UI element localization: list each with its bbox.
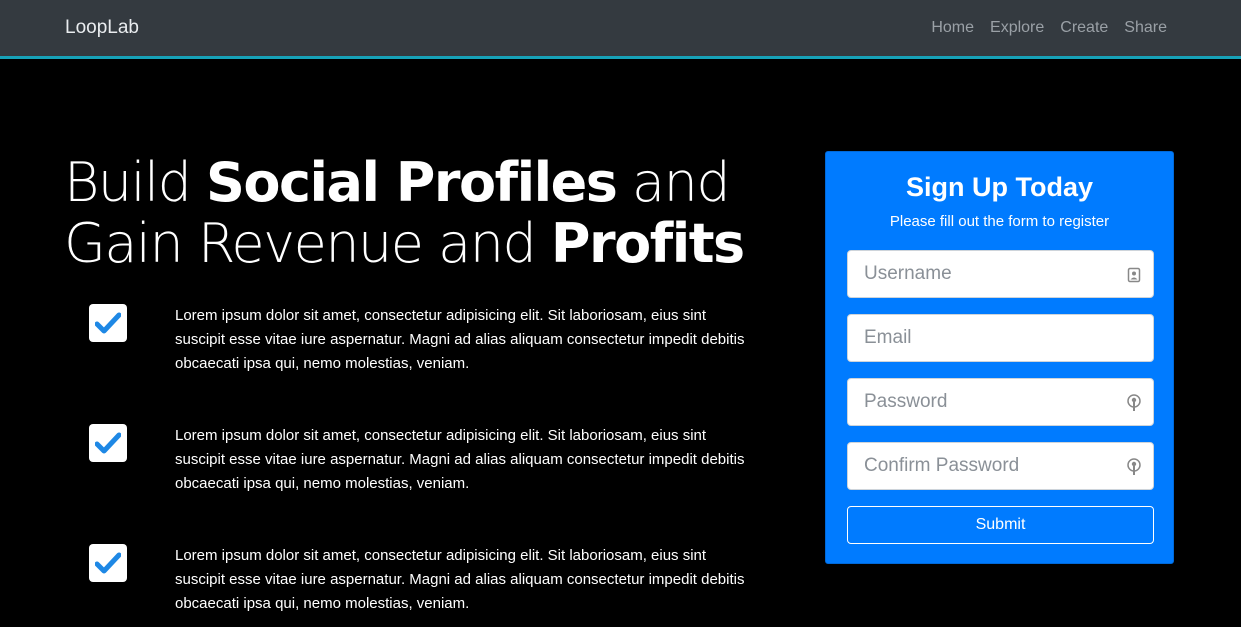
signup-card: Sign Up Today Please fill out the form t… <box>825 151 1174 564</box>
nav-links: Home Explore Create Share <box>931 19 1167 37</box>
signup-title: Sign Up Today <box>906 172 1093 202</box>
signup-subtitle: Please fill out the form to register <box>889 213 1110 230</box>
password-input[interactable] <box>848 379 1153 425</box>
check-icon <box>89 304 127 342</box>
hero-headline: Build Social Profiles and Gain Revenue a… <box>64 152 804 274</box>
username-input[interactable] <box>848 251 1153 297</box>
feature-text: Lorem ipsum dolor sit amet, consectetur … <box>175 547 745 612</box>
feature-text: Lorem ipsum dolor sit amet, consectetur … <box>175 307 745 372</box>
confirm-password-input[interactable] <box>848 443 1153 489</box>
headline-part-4: Profits <box>550 212 745 275</box>
confirm-password-field <box>847 442 1154 490</box>
feature-text: Lorem ipsum dolor sit amet, consectetur … <box>175 427 745 492</box>
nav-link-explore[interactable]: Explore <box>990 19 1044 37</box>
contact-card-icon <box>1125 266 1143 284</box>
username-field <box>847 250 1154 298</box>
navbar: LoopLab Home Explore Create Share <box>0 0 1241 59</box>
nav-link-home[interactable]: Home <box>931 19 974 37</box>
key-icon <box>1125 458 1143 476</box>
check-icon <box>89 544 127 582</box>
check-icon <box>89 424 127 462</box>
nav-link-share[interactable]: Share <box>1124 19 1167 37</box>
headline-part-2: Social Profiles <box>206 151 618 214</box>
brand-logo[interactable]: LoopLab <box>65 17 139 39</box>
nav-link-create[interactable]: Create <box>1060 19 1108 37</box>
submit-button[interactable]: Submit <box>847 506 1154 544</box>
email-input[interactable] <box>848 315 1153 361</box>
email-field <box>847 314 1154 362</box>
password-field <box>847 378 1154 426</box>
headline-part-1: Build <box>64 151 207 214</box>
key-icon <box>1125 394 1143 412</box>
